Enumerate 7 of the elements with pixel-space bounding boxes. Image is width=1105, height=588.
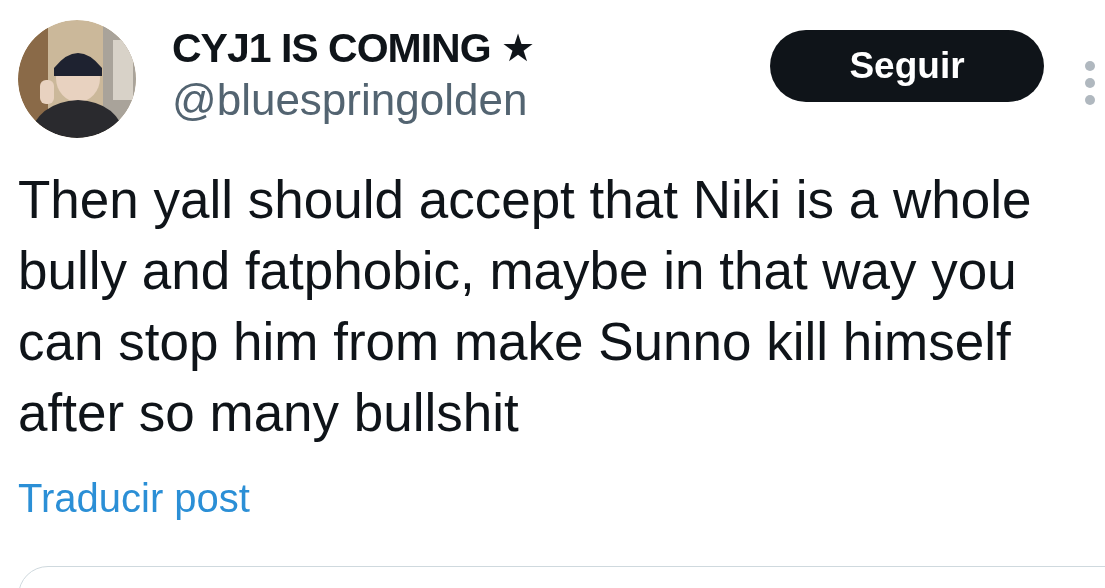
author-handle: @bluespringolden	[172, 74, 529, 126]
more-options-icon[interactable]	[1084, 60, 1096, 106]
follow-button[interactable]: Seguir	[770, 30, 1044, 102]
name-star-label: ★	[500, 26, 535, 71]
author-name: CYJ1 IS COMING	[172, 24, 491, 73]
translate-link[interactable]: Traducir post	[18, 474, 250, 522]
post-text: Then yall should accept that Niki is a whole bully and fatphobic, maybe in that way you can stop him from make Sunno kill himself after so many bullshit	[18, 169, 1033, 444]
